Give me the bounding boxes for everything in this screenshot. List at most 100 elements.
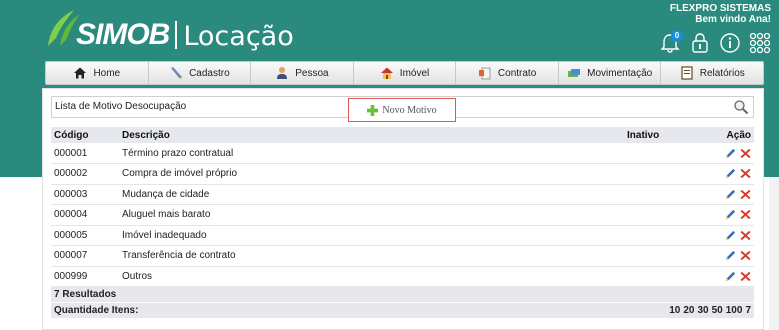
header-codigo[interactable]: Código bbox=[51, 127, 119, 143]
cell-codigo: 000007 bbox=[51, 245, 119, 267]
delete-icon[interactable] bbox=[740, 250, 751, 261]
header-inativo[interactable]: Inativo bbox=[624, 127, 704, 143]
pagination-row: Quantidade Itens: 10 20 30 50 100 7 bbox=[51, 302, 754, 319]
nav-label: Contrato bbox=[497, 67, 537, 79]
brand-name: SIMOB bbox=[76, 18, 170, 51]
house-icon bbox=[380, 67, 393, 79]
nav-item-relatorios[interactable]: Relatórios bbox=[661, 62, 763, 84]
notification-badge: 0 bbox=[671, 30, 683, 42]
new-button-label: Novo Motivo bbox=[382, 104, 437, 116]
table-row[interactable]: 000004 Aluguel mais barato bbox=[51, 204, 754, 226]
cell-acao bbox=[704, 266, 754, 287]
cell-codigo: 000999 bbox=[51, 266, 119, 287]
nav-label: Movimentação bbox=[587, 67, 653, 79]
edit-icon[interactable] bbox=[725, 189, 736, 200]
header-descricao[interactable]: Descrição bbox=[119, 127, 624, 143]
page-size-option[interactable]: 30 bbox=[698, 305, 709, 316]
delete-icon[interactable] bbox=[740, 230, 751, 241]
nav-item-contrato[interactable]: Contrato bbox=[456, 62, 559, 84]
user-info: FLEXPRO SISTEMAS Bem vindo Ana! bbox=[670, 3, 771, 25]
company-name: FLEXPRO SISTEMAS bbox=[669, 3, 771, 14]
lock-icon[interactable] bbox=[689, 32, 711, 54]
table-row[interactable]: 000003 Mudança de cidade bbox=[51, 184, 754, 205]
page-size-option[interactable]: 100 bbox=[726, 305, 743, 316]
page-size-option[interactable]: 10 bbox=[669, 305, 680, 316]
cell-codigo: 000003 bbox=[51, 184, 119, 205]
page-size-option[interactable]: 20 bbox=[683, 305, 694, 316]
logo-separator bbox=[175, 21, 178, 49]
nav-label: Cadastro bbox=[189, 67, 230, 79]
info-icon[interactable] bbox=[719, 32, 741, 54]
plus-icon bbox=[367, 104, 379, 116]
cell-descricao: Aluguel mais barato bbox=[119, 204, 624, 226]
delete-icon[interactable] bbox=[740, 148, 751, 159]
report-icon bbox=[681, 66, 693, 80]
nav-item-movimentacao[interactable]: Movimentação bbox=[559, 62, 662, 84]
new-motivo-button[interactable]: Novo Motivo bbox=[348, 98, 456, 122]
edit-icon[interactable] bbox=[725, 230, 736, 241]
nav-item-pessoa[interactable]: Pessoa bbox=[251, 62, 354, 84]
page-size-option[interactable]: 50 bbox=[712, 305, 723, 316]
cell-acao bbox=[704, 184, 754, 205]
table-row[interactable]: 000001 Término prazo contratual bbox=[51, 143, 754, 164]
cell-descricao: Mudança de cidade bbox=[119, 184, 624, 205]
cell-acao bbox=[704, 143, 754, 164]
nav-item-home[interactable]: Home bbox=[46, 62, 149, 84]
cell-acao bbox=[704, 163, 754, 185]
table-row[interactable]: 000002 Compra de imóvel próprio bbox=[51, 163, 754, 185]
nav-label: Home bbox=[93, 67, 121, 79]
notification-bell-icon[interactable]: 0 bbox=[659, 30, 683, 54]
module-name: Locação bbox=[183, 21, 294, 52]
nav-item-imovel[interactable]: Imóvel bbox=[354, 62, 457, 84]
cell-inativo bbox=[624, 204, 704, 226]
table-row[interactable]: 000007 Transferência de contrato bbox=[51, 245, 754, 267]
search-icon[interactable] bbox=[733, 99, 749, 115]
delete-icon[interactable] bbox=[740, 209, 751, 220]
edit-icon[interactable] bbox=[725, 148, 736, 159]
qty-label: Quantidade Itens: bbox=[51, 302, 624, 319]
cell-acao bbox=[704, 245, 754, 267]
table-row[interactable]: 000005 Imóvel inadequado bbox=[51, 225, 754, 246]
edit-icon[interactable] bbox=[725, 271, 736, 282]
delete-icon[interactable] bbox=[740, 168, 751, 179]
table-header-row: Código Descrição Inativo Ação bbox=[51, 127, 754, 143]
pencil-icon bbox=[171, 67, 183, 79]
delete-icon[interactable] bbox=[740, 271, 751, 282]
main-nav: Home Cadastro Pessoa Imóvel Contrato Mov… bbox=[45, 61, 764, 85]
nav-item-cadastro[interactable]: Cadastro bbox=[149, 62, 252, 84]
cell-codigo: 000005 bbox=[51, 225, 119, 246]
cell-descricao: Transferência de contrato bbox=[119, 245, 624, 267]
results-count: 7 Resultados bbox=[51, 286, 754, 303]
page-title: Lista de Motivo Desocupação bbox=[55, 101, 187, 112]
cell-inativo bbox=[624, 184, 704, 205]
edit-icon[interactable] bbox=[725, 209, 736, 220]
cell-inativo bbox=[624, 225, 704, 246]
apps-grid-icon[interactable] bbox=[749, 32, 771, 54]
welcome-text: Bem vindo Ana! bbox=[695, 14, 771, 25]
motivo-table: Código Descrição Inativo Ação 000001 Térm… bbox=[51, 127, 754, 319]
cell-descricao: Outros bbox=[119, 266, 624, 287]
delete-icon[interactable] bbox=[740, 189, 751, 200]
cell-codigo: 000001 bbox=[51, 143, 119, 164]
right-gutter bbox=[769, 177, 779, 330]
home-icon bbox=[74, 67, 87, 79]
results-row: 7 Resultados bbox=[51, 286, 754, 303]
cell-inativo bbox=[624, 163, 704, 185]
app-logo: SIMOB Locação bbox=[44, 8, 294, 54]
cell-inativo bbox=[624, 143, 704, 164]
cell-acao bbox=[704, 204, 754, 226]
cell-acao bbox=[704, 225, 754, 246]
edit-icon[interactable] bbox=[725, 250, 736, 261]
money-icon bbox=[568, 69, 581, 77]
nav-label: Imóvel bbox=[399, 67, 430, 79]
edit-icon[interactable] bbox=[725, 168, 736, 179]
cell-descricao: Término prazo contratual bbox=[119, 143, 624, 164]
page-size-option[interactable]: 7 bbox=[745, 305, 751, 316]
cell-codigo: 000002 bbox=[51, 163, 119, 185]
nav-label: Relatórios bbox=[699, 67, 745, 79]
table-row[interactable]: 000999 Outros bbox=[51, 266, 754, 287]
cell-inativo bbox=[624, 266, 704, 287]
header-acao: Ação bbox=[704, 127, 754, 143]
cell-descricao: Compra de imóvel próprio bbox=[119, 163, 624, 185]
cell-codigo: 000004 bbox=[51, 204, 119, 226]
